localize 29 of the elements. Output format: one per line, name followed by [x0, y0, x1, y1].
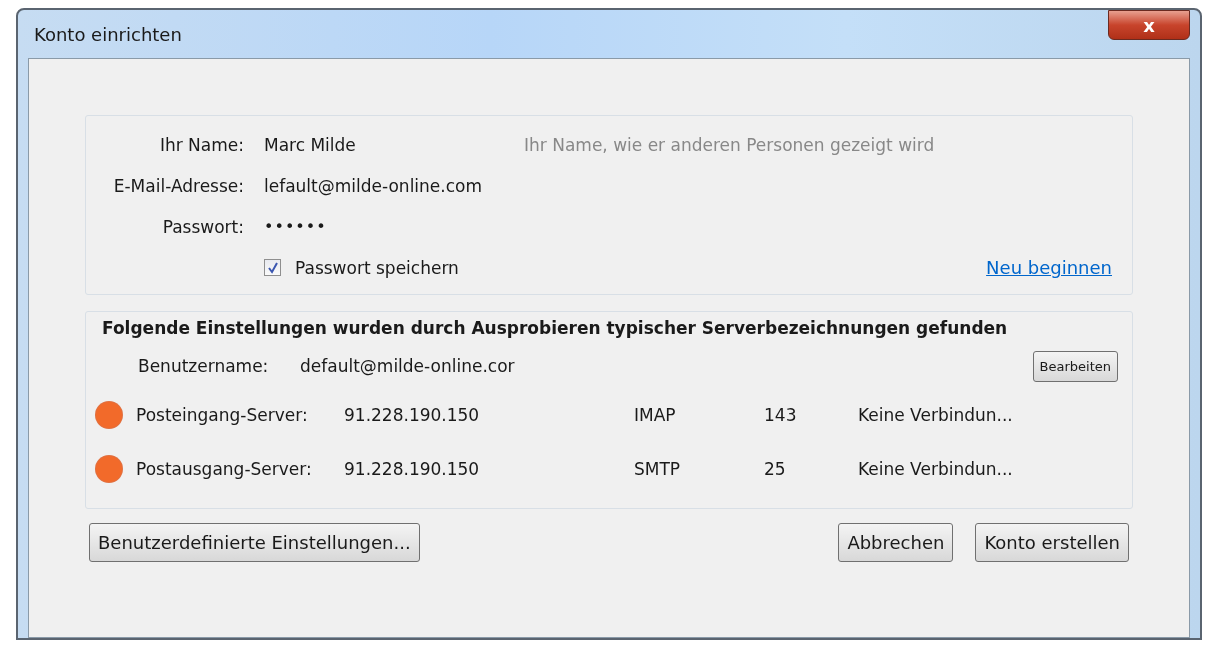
- input-field[interactable]: ••••••: [264, 217, 524, 236]
- window-title: Konto einrichten: [33, 23, 182, 45]
- checkbox-label[interactable]: Passwort speichern: [295, 257, 459, 278]
- username-label: Benutzername:: [138, 356, 270, 376]
- field-label: Passwort:: [161, 216, 245, 237]
- field-hint: Ihr Name, wie er anderen Personen gezeigt wird: [524, 134, 935, 155]
- username-value: default@milde-online.cor: [300, 356, 515, 376]
- create-account-button[interactable]: Konto erstellen: [975, 523, 1129, 562]
- custom-settings-button[interactable]: Benutzerdefinierte Einstellungen...: [89, 523, 420, 562]
- input-field[interactable]: Marc Milde: [264, 134, 524, 155]
- input-field[interactable]: lefault@milde-online.com: [264, 175, 524, 196]
- server-port: 143: [764, 405, 798, 425]
- server-protocol: SMTP: [634, 459, 682, 479]
- server-label: Postausgang-Server:: [136, 459, 313, 479]
- field-label: Ihr Name:: [158, 134, 245, 155]
- close-button[interactable]: x: [1108, 10, 1190, 40]
- server-host: 91.228.190.150: [344, 405, 481, 425]
- server-status: Keine Verbindun...: [858, 405, 1013, 425]
- server-host: 91.228.190.150: [344, 459, 481, 479]
- server-port: 25: [764, 459, 787, 479]
- server-label: Posteingang-Server:: [136, 405, 309, 425]
- cancel-button[interactable]: Abbrechen: [838, 523, 954, 562]
- field-label: E-Mail-Adresse:: [112, 175, 245, 196]
- server-protocol: IMAP: [634, 405, 677, 425]
- checkbox[interactable]: [264, 259, 281, 276]
- edit-button[interactable]: Bearbeiten: [1032, 350, 1118, 382]
- section-heading: Folgende Einstellungen wurden durch Ausprobieren typischer Serverbezeichnungen gefunden: [102, 318, 1009, 338]
- server-status: Keine Verbindun...: [858, 459, 1013, 479]
- restart-link[interactable]: Neu beginnen: [986, 257, 1112, 278]
